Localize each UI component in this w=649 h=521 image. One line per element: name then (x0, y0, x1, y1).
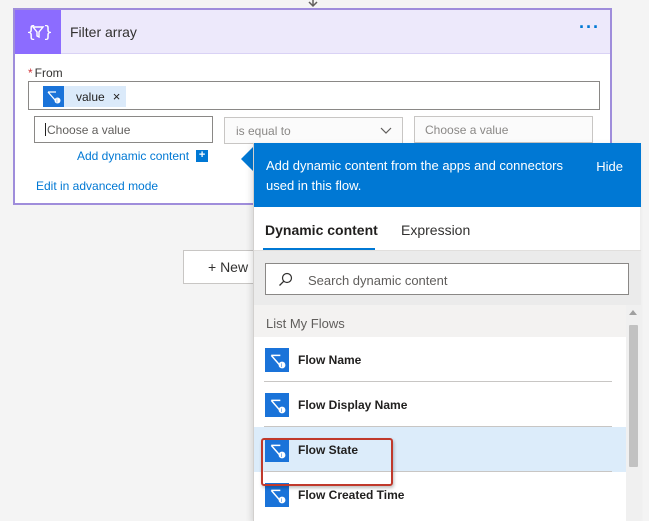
from-label-text: From (34, 66, 63, 80)
svg-text:{: { (26, 22, 36, 41)
popup-pointer (241, 147, 253, 171)
filter-array-icon: { } (15, 10, 61, 54)
new-step-button[interactable]: + New (183, 250, 263, 284)
operator-value: is equal to (236, 124, 291, 138)
svg-text:}: } (43, 22, 51, 41)
from-label: * From (28, 66, 63, 80)
scroll-thumb[interactable] (629, 325, 638, 467)
list-item-label: Flow Name (298, 353, 362, 367)
card-header[interactable]: { } Filter array ··· (15, 10, 610, 54)
popup-header-text: Add dynamic content from the apps and co… (266, 158, 564, 193)
popup-tabs: Dynamic content Expression (254, 207, 641, 251)
popup-header: Add dynamic content from the apps and co… (254, 143, 641, 207)
search-icon (279, 272, 293, 286)
svg-text:i: i (56, 98, 57, 104)
left-value-placeholder: Choose a value (47, 123, 131, 137)
token-label: value (76, 89, 105, 104)
scrollbar[interactable] (626, 305, 641, 521)
chevron-down-icon (380, 127, 392, 134)
highlight-annotation (261, 438, 393, 486)
scroll-up-icon[interactable] (629, 310, 637, 315)
tab-dynamic-content[interactable]: Dynamic content (265, 222, 378, 238)
value-token[interactable]: i value × (43, 86, 127, 107)
list-item-flow-display-name[interactable]: i Flow Display Name (254, 382, 626, 427)
operator-select[interactable]: is equal to (224, 117, 403, 144)
active-tab-indicator (263, 248, 375, 250)
flow-management-icon: i (265, 393, 289, 417)
left-value-input[interactable]: Choose a value (34, 116, 213, 143)
search-placeholder: Search dynamic content (308, 273, 448, 288)
connector-arrow-icon (308, 0, 318, 8)
more-options-button[interactable]: ··· (579, 18, 600, 36)
text-caret (45, 123, 46, 136)
add-dynamic-content-label: Add dynamic content (77, 149, 190, 163)
add-dynamic-content-link[interactable]: Add dynamic content + (77, 149, 209, 163)
search-input[interactable]: Search dynamic content (265, 263, 629, 295)
search-band: Search dynamic content (254, 251, 641, 305)
from-input[interactable]: i value × (28, 81, 600, 110)
flow-management-icon: i (265, 348, 289, 372)
edit-advanced-mode-link[interactable]: Edit in advanced mode (36, 179, 158, 193)
list-item-flow-name[interactable]: i Flow Name (254, 337, 626, 382)
hide-button[interactable]: Hide (596, 159, 623, 174)
list-item-label: Flow Created Time (298, 488, 405, 502)
card-title: Filter array (70, 24, 137, 40)
right-value-input[interactable]: Choose a value (414, 116, 593, 143)
dynamic-content-list: List My Flows i Flow Name i Flow Display… (254, 305, 626, 521)
section-title: List My Flows (254, 305, 626, 337)
flow-management-icon: i (265, 483, 289, 507)
flow-management-icon: i (43, 86, 64, 107)
required-mark: * (28, 66, 33, 80)
remove-token-icon[interactable]: × (113, 89, 121, 104)
list-item-label: Flow Display Name (298, 398, 408, 412)
tab-expression[interactable]: Expression (401, 222, 470, 238)
plus-icon: + (196, 150, 209, 162)
